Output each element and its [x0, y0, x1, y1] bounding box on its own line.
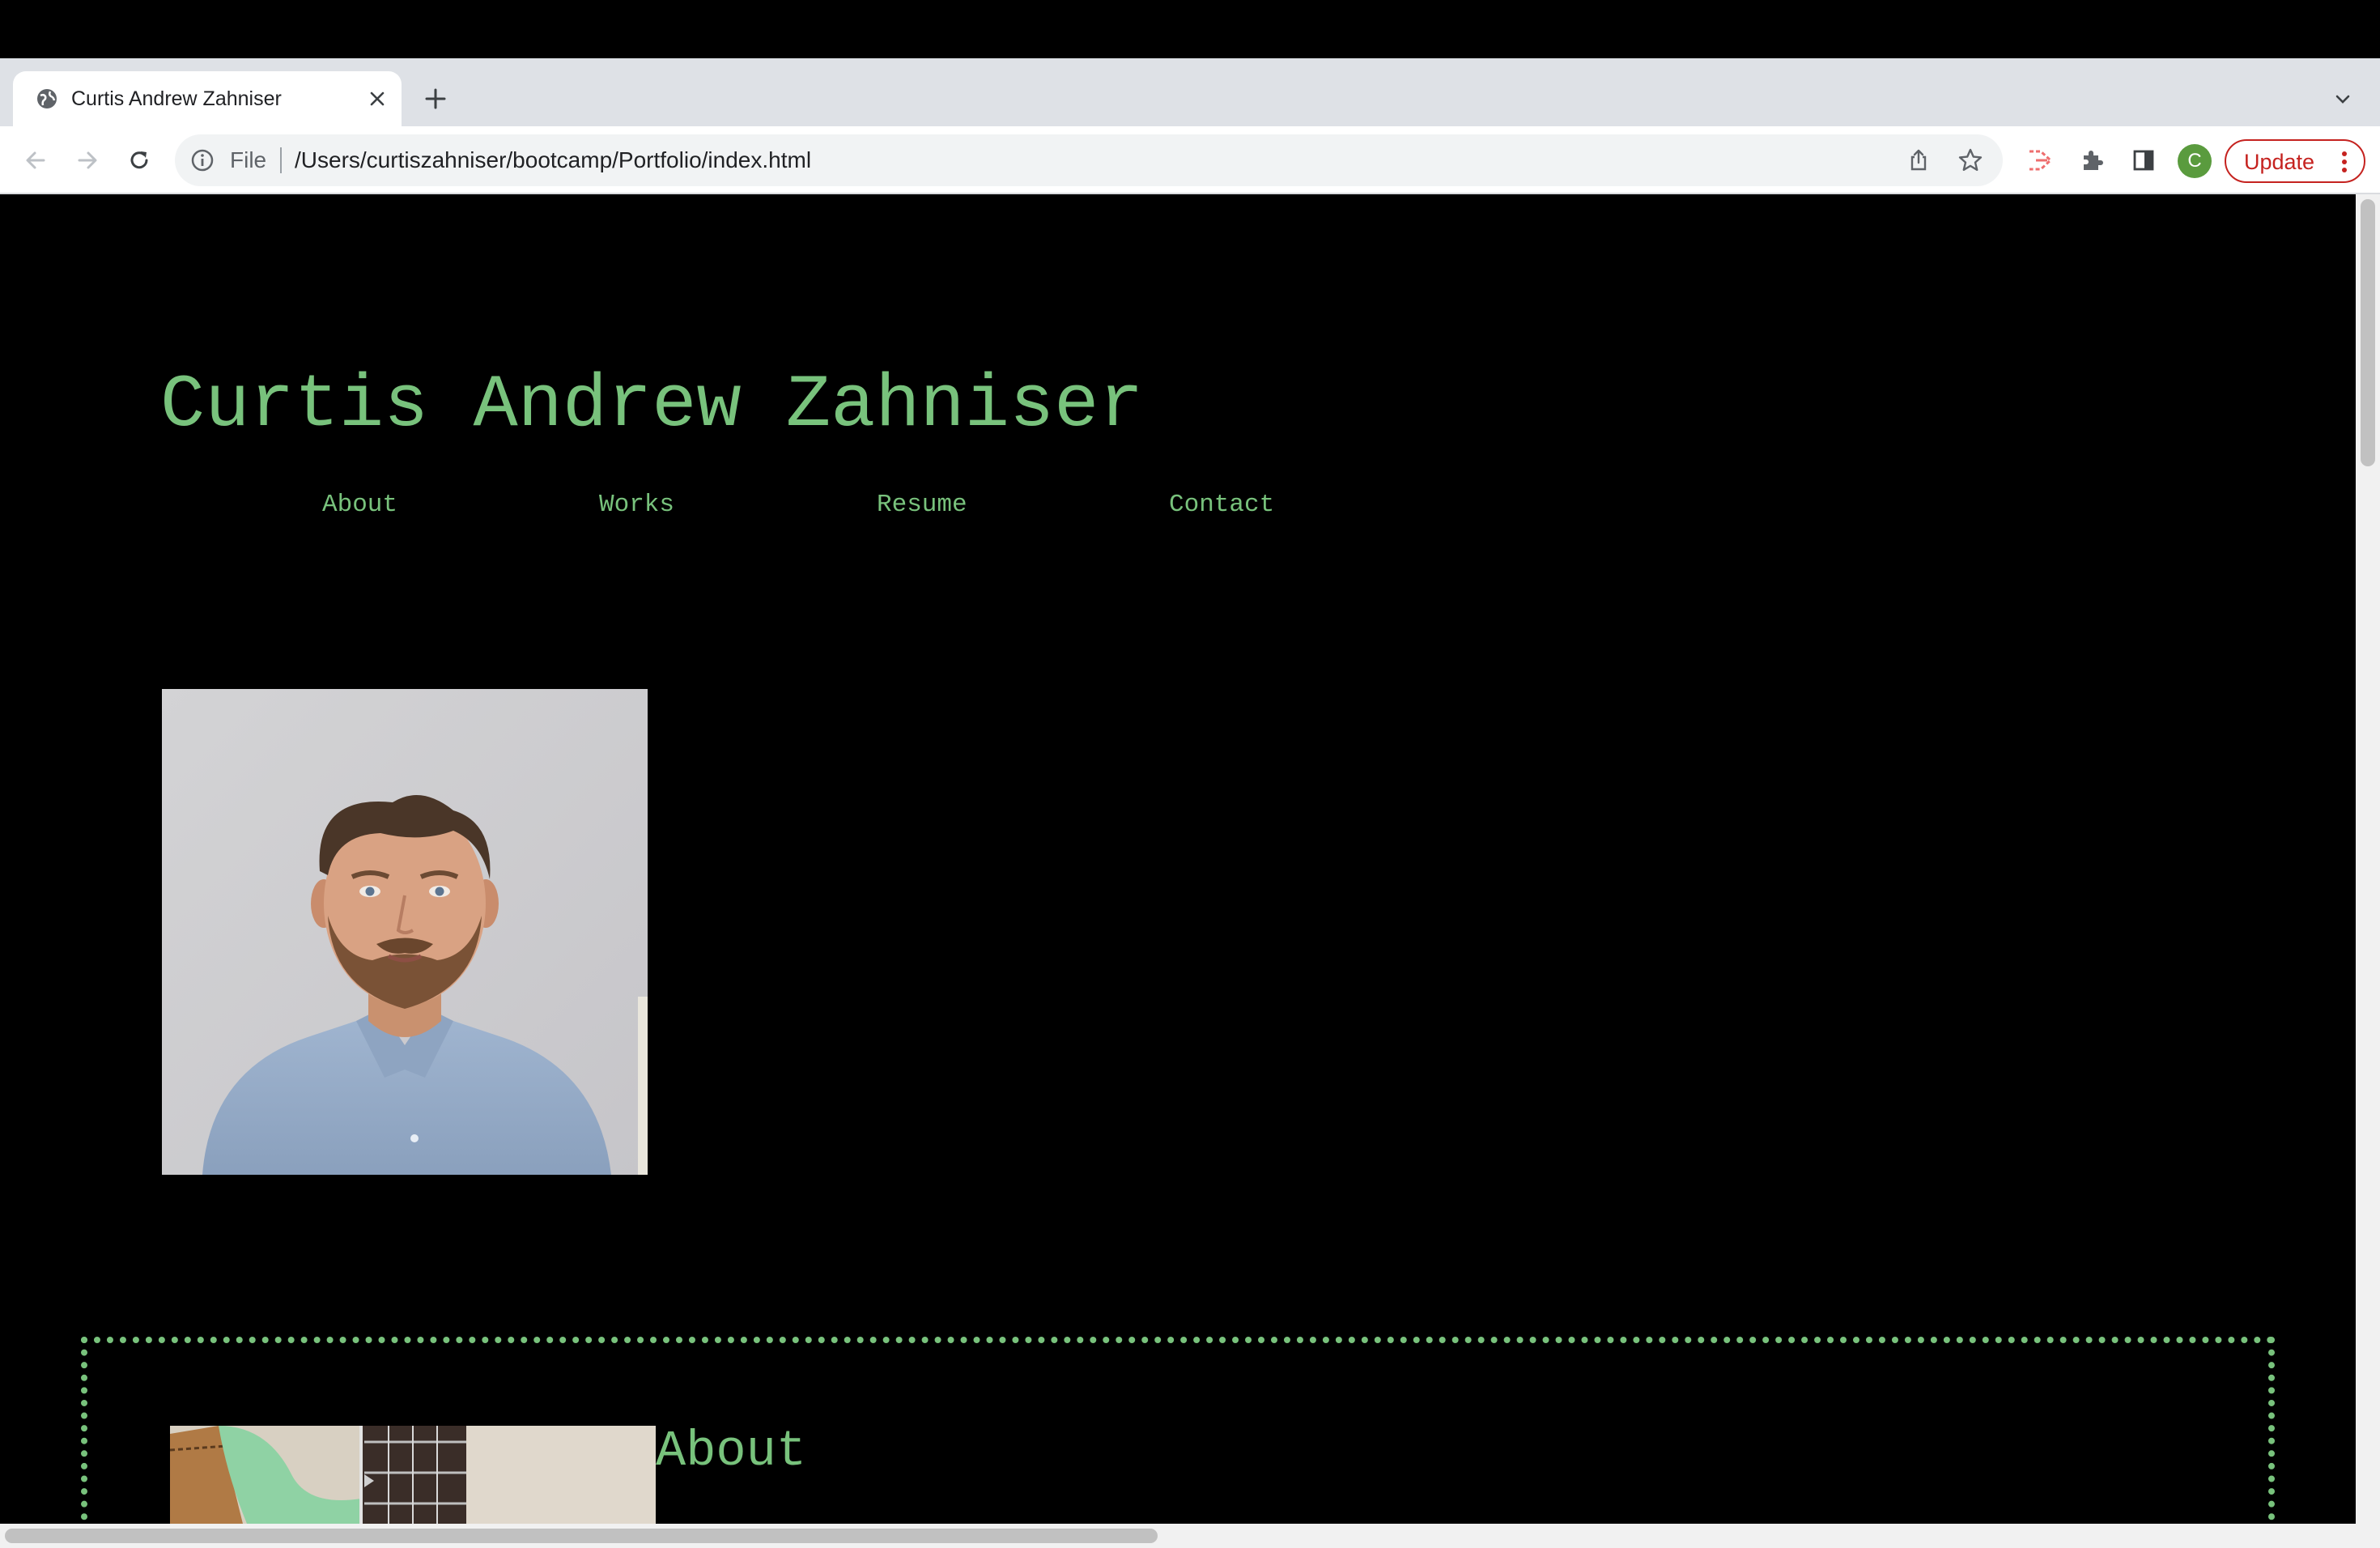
os-menu-bar [0, 0, 2380, 58]
vertical-scrollbar[interactable] [2356, 194, 2380, 1524]
update-button-label: Update [2244, 150, 2315, 174]
nav-link-contact[interactable]: Contact [1169, 489, 1274, 521]
screen: Curtis Andrew Zahniser File /Users/curti… [0, 0, 2380, 1548]
puzzle-icon[interactable] [2074, 142, 2110, 178]
tab-strip: Curtis Andrew Zahniser [0, 58, 2380, 126]
profile-photo [162, 689, 648, 1175]
horizontal-scrollbar[interactable] [0, 1524, 2380, 1548]
vertical-scrollbar-thumb[interactable] [2361, 199, 2375, 466]
browser-toolbar: File /Users/curtiszahniser/bootcamp/Port… [0, 126, 2380, 194]
horizontal-scrollbar-thumb[interactable] [5, 1529, 1158, 1543]
avatar[interactable]: C [2178, 144, 2212, 178]
kebab-menu-icon[interactable] [2336, 148, 2352, 176]
reload-icon[interactable] [121, 142, 157, 178]
globe-icon [34, 86, 60, 112]
about-guitar-photo [170, 1426, 656, 1524]
share-icon[interactable] [1904, 146, 1933, 175]
divider [280, 147, 282, 173]
page-viewport: Curtis Andrew Zahniser About Works Resum… [0, 194, 2356, 1524]
nav-link-works[interactable]: Works [599, 489, 674, 521]
cast-extension-icon[interactable] [2022, 142, 2058, 178]
update-button[interactable]: Update [2225, 139, 2365, 183]
nav-link-about[interactable]: About [322, 489, 397, 521]
about-heading: About [656, 1423, 807, 1480]
nav-link-resume[interactable]: Resume [877, 489, 967, 521]
arrow-left-icon[interactable] [18, 142, 53, 178]
side-panel-icon[interactable] [2126, 142, 2161, 178]
address-bar[interactable]: File /Users/curtiszahniser/bootcamp/Port… [175, 134, 2003, 186]
chevron-down-icon[interactable] [2327, 83, 2359, 115]
info-icon[interactable] [189, 147, 215, 173]
star-icon[interactable] [1956, 146, 1985, 175]
tab-title: Curtis Andrew Zahniser [71, 87, 282, 110]
arrow-right-icon[interactable] [70, 142, 105, 178]
tab-active[interactable]: Curtis Andrew Zahniser [13, 71, 402, 126]
close-icon[interactable] [363, 84, 392, 113]
url-text[interactable]: /Users/curtiszahniser/bootcamp/Portfolio… [295, 146, 811, 175]
url-scheme-label: File [230, 147, 267, 172]
plus-icon[interactable] [419, 83, 452, 115]
site-title: Curtis Andrew Zahniser [160, 363, 1144, 448]
